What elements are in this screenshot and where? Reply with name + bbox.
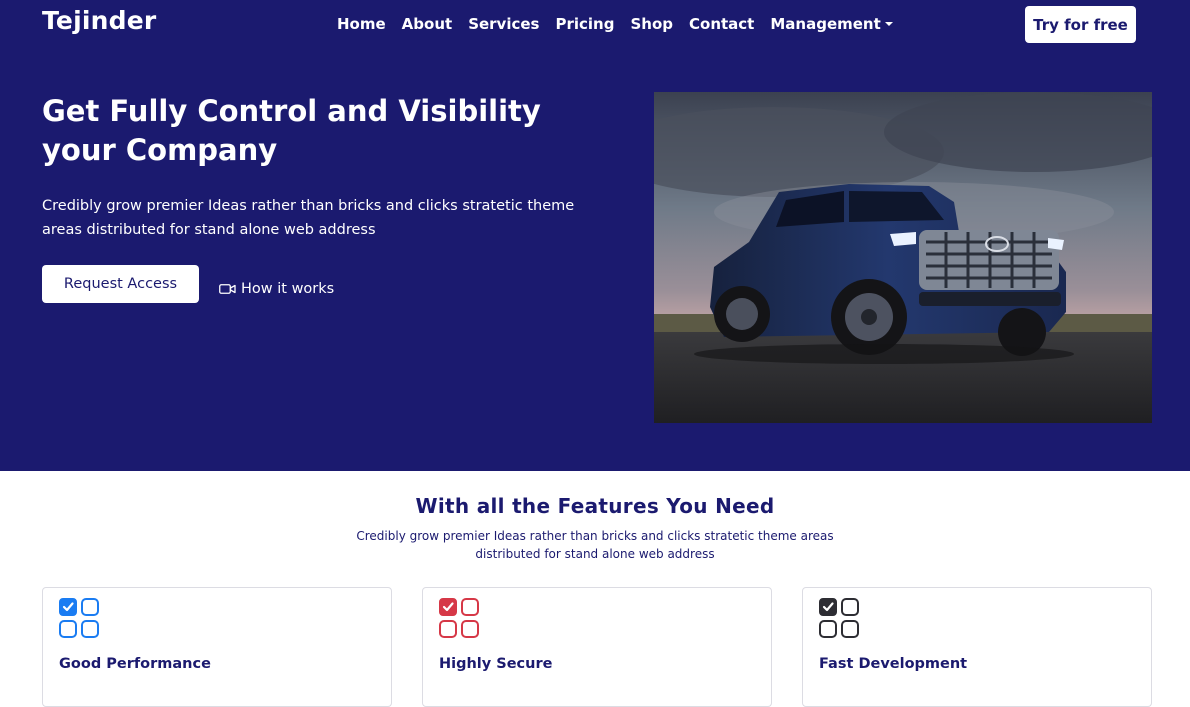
features-title: With all the Features You Need [415,494,775,518]
nav-about[interactable]: About [402,14,453,34]
nav-management-label: Management [770,15,881,33]
feature-card-title: Fast Development [819,656,968,672]
features-description: Credibly grow premier Ideas rather than … [356,529,834,561]
nav-services[interactable]: Services [468,14,539,34]
nav-management-dropdown[interactable]: Management [770,14,893,34]
nav-contact[interactable]: Contact [689,14,754,34]
how-it-works-label: How it works [241,281,335,297]
feature-card-development: Fast Development [802,587,1152,707]
checklist-icon [439,598,481,644]
main-nav: Home About Services Pricing Shop Contact… [337,14,909,34]
feature-card-performance: Good Performance [42,587,392,707]
feature-card-title: Highly Secure [439,656,553,672]
how-it-works-link[interactable]: How it works [219,281,334,297]
brand-logo[interactable]: Tejinder [42,6,156,35]
try-for-free-button[interactable]: Try for free [1025,6,1136,43]
video-icon [219,283,236,295]
hero-description: Credibly grow premier Ideas rather than … [42,198,575,238]
feature-card-secure: Highly Secure [422,587,772,707]
checklist-icon [819,598,861,644]
nav-home[interactable]: Home [337,14,386,34]
pickup-truck-photo [654,92,1152,423]
hero-title: Get Fully Control and Visibility your Co… [42,94,541,167]
caret-down-icon [884,22,893,26]
checklist-icon [59,598,101,644]
nav-pricing[interactable]: Pricing [555,14,614,34]
nav-shop[interactable]: Shop [630,14,673,34]
feature-card-title: Good Performance [59,656,211,672]
request-access-button[interactable]: Request Access [42,265,199,303]
hero-section: Tejinder Home About Services Pricing Sho… [0,0,1190,471]
